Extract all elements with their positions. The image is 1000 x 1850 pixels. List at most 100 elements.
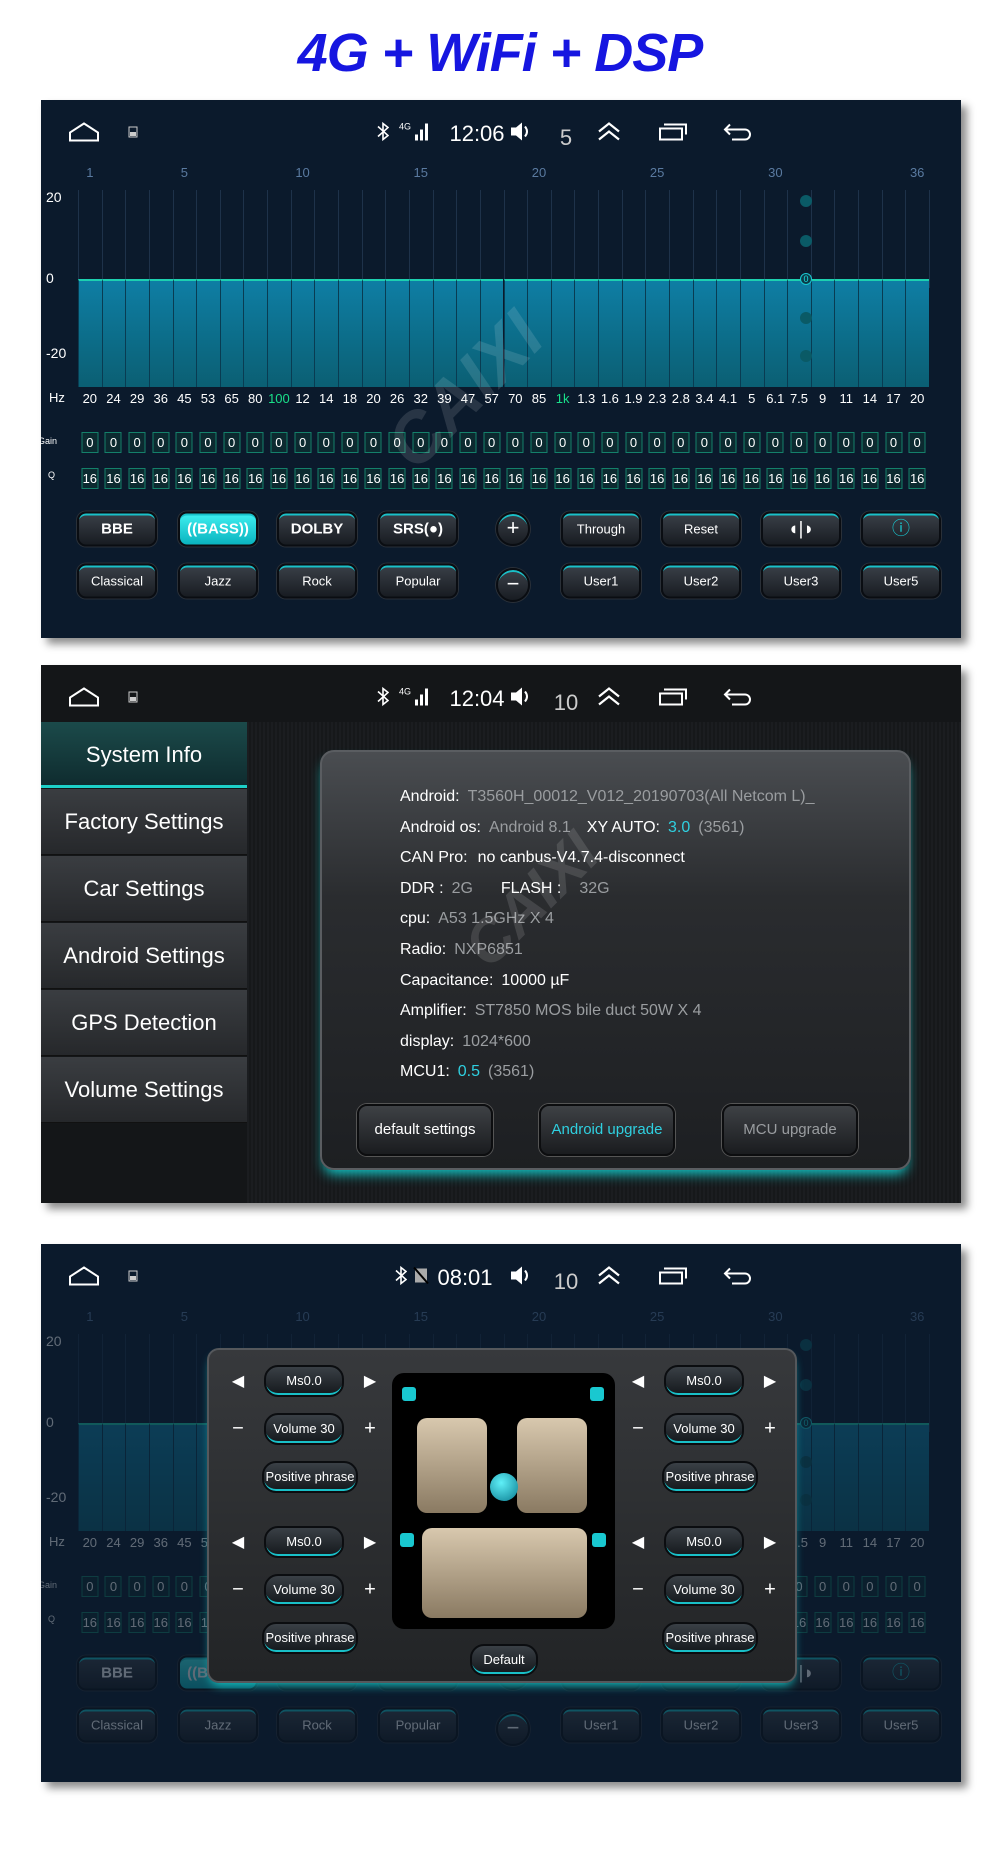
q-value-box[interactable]: 16 [175,468,193,489]
sidebar-item-system-info[interactable]: System Info [41,722,247,788]
eq-band-bar[interactable] [692,279,717,387]
q-value-box[interactable]: 16 [625,468,642,489]
gain-value-box[interactable]: 0 [152,432,170,453]
gain-value-box[interactable]: 0 [814,1576,832,1597]
android-upgrade-button[interactable]: Android upgrade [539,1104,675,1156]
phase-button[interactable]: Positive phrase [662,1622,758,1654]
q-value-box[interactable]: 16 [814,468,832,489]
effect-button-bbe[interactable]: BBE [77,511,157,547]
preset-classical-button[interactable]: Classical [77,563,157,599]
listener-position-marker[interactable] [490,1473,518,1501]
default-button[interactable]: Default [470,1644,538,1676]
reset-button[interactable]: Reset [661,511,741,547]
delay-increase-arrow-icon[interactable]: ▶ [764,1532,776,1552]
gain-value-box[interactable]: 0 [743,432,761,453]
q-value-box[interactable]: 16 [317,468,335,489]
gain-value-box[interactable]: 0 [483,432,501,453]
q-value-box[interactable]: 16 [648,468,666,489]
volume-value-button[interactable]: Volume 30 [264,1574,344,1606]
delay-value-button[interactable]: Ms0.0 [264,1365,344,1397]
q-value-box[interactable]: 16 [199,468,217,489]
gain-plus-button[interactable]: + [496,512,530,546]
q-value-box[interactable]: 16 [459,468,477,489]
gain-value-box[interactable]: 0 [104,1576,122,1597]
recent-apps-icon[interactable] [658,122,688,147]
gain-value-box[interactable]: 0 [648,432,666,453]
preset-user3-button[interactable]: User3 [761,563,841,599]
q-value-box[interactable]: 16 [246,468,264,489]
gain-value-box[interactable]: 0 [766,432,784,453]
gain-value-box[interactable]: 0 [861,1576,879,1597]
q-value-box[interactable]: 16 [104,468,122,489]
eq-band-bar[interactable] [810,279,835,387]
sidebar-item-factory-settings[interactable]: Factory Settings [41,789,247,855]
gain-value-box[interactable]: 0 [128,1576,146,1597]
eq-band-bar[interactable] [574,279,599,387]
sidebar-item-android-settings[interactable]: Android Settings [41,923,247,989]
volume-plus-icon[interactable]: + [764,1418,776,1441]
speaker-icon[interactable] [400,1533,414,1547]
gain-value-box[interactable]: 0 [790,432,808,453]
gain-value-box[interactable]: 0 [270,432,288,453]
q-value-box[interactable]: 16 [601,468,619,489]
eq-band-bar[interactable] [172,1423,197,1531]
eq-band-bar[interactable] [905,279,929,387]
expand-up-icon[interactable] [596,686,622,713]
gain-value-box[interactable]: 0 [861,432,879,453]
q-value-box[interactable]: 16 [766,468,784,489]
volume-plus-icon[interactable]: + [764,1579,776,1602]
preset-user1-button[interactable]: User1 [561,563,641,599]
q-value-box[interactable]: 16 [695,468,713,489]
mcu-upgrade-button[interactable]: MCU upgrade [722,1104,858,1156]
delay-value-button[interactable]: Ms0.0 [664,1365,744,1397]
gain-value-box[interactable]: 0 [577,432,595,453]
eq-band-bar[interactable] [598,279,622,387]
eq-band-bar[interactable] [881,1423,906,1531]
recent-apps-icon[interactable] [658,687,688,712]
q-value-box[interactable]: 16 [908,1612,926,1633]
volume-icon[interactable] [509,686,533,713]
q-value-box[interactable]: 16 [104,1612,122,1633]
q-value-box[interactable]: 16 [294,468,312,489]
gain-value-box[interactable]: 0 [908,1576,926,1597]
q-value-box[interactable]: 16 [861,1612,879,1633]
gain-value-box[interactable]: 0 [223,432,241,453]
preset-rock-button[interactable]: Rock [277,1707,357,1743]
q-value-box[interactable]: 16 [81,468,99,489]
preset-jazz-button[interactable]: Jazz [178,1707,258,1743]
eq-band-bar[interactable] [314,279,338,387]
q-value-box[interactable]: 16 [554,468,572,489]
gain-value-box[interactable]: 0 [341,432,359,453]
q-value-box[interactable]: 16 [908,468,926,489]
q-value-box[interactable]: 16 [719,468,737,489]
eq-band-bar[interactable] [267,279,291,387]
gain-value-box[interactable]: 0 [719,432,737,453]
volume-minus-icon[interactable]: − [632,1418,644,1441]
gain-value-box[interactable]: 0 [175,432,193,453]
q-value-box[interactable]: 16 [388,468,406,489]
eq-band-bar[interactable] [881,279,906,387]
q-value-box[interactable]: 16 [885,1612,903,1633]
default-settings-button[interactable]: default settings [357,1104,493,1156]
gain-value-box[interactable]: 0 [104,432,122,453]
eq-band-bar[interactable] [739,279,764,387]
preset-user1-button[interactable]: User1 [561,1707,641,1743]
delay-decrease-arrow-icon[interactable]: ◀ [632,1371,644,1391]
eq-band-bar[interactable] [172,279,197,387]
eq-band-bar[interactable] [196,279,220,387]
eq-band-bar[interactable] [361,279,386,387]
q-value-box[interactable]: 16 [790,468,808,489]
gain-slider-handle[interactable]: 0 [800,273,812,285]
q-value-box[interactable]: 16 [506,468,524,489]
effect-button-bbe[interactable]: BBE [77,1655,157,1691]
gain-value-box[interactable]: 0 [554,432,572,453]
eq-band-bar[interactable] [243,279,268,387]
q-value-box[interactable]: 16 [152,1612,170,1633]
volume-plus-icon[interactable]: + [364,1418,376,1441]
gain-minus-button[interactable]: − [496,1712,530,1746]
q-value-box[interactable]: 16 [837,1612,855,1633]
eq-band-bar[interactable] [385,279,409,387]
info-button[interactable]: ⓘ [861,1655,941,1691]
speaker-icon[interactable] [402,1387,416,1401]
preset-rock-button[interactable]: Rock [277,563,357,599]
